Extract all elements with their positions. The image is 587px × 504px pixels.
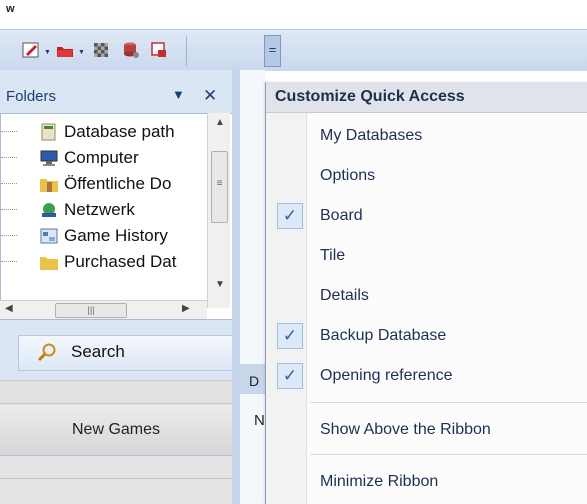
tree-item-game-history[interactable]: Game History	[1, 223, 206, 249]
tree-item-label: Computer	[64, 148, 139, 167]
nav-button[interactable]	[0, 481, 232, 504]
tree-connector	[1, 157, 17, 158]
menu-item-label: Board	[320, 207, 363, 224]
tab-partial[interactable]: D	[249, 373, 259, 389]
tree-connector	[1, 235, 17, 236]
app-title: w	[6, 3, 15, 15]
menu-item-label: Opening reference	[320, 367, 453, 384]
tree-item-label: Purchased Dat	[64, 252, 177, 271]
menu-item-label: Details	[320, 287, 369, 304]
new-games-button[interactable]: New Games	[0, 405, 232, 456]
menu-item-label: Options	[320, 167, 376, 184]
horizontal-scrollbar[interactable]: ◀ ||| ▶	[0, 300, 207, 319]
scroll-right-icon[interactable]: ▶	[182, 303, 190, 314]
menu-separator	[310, 402, 587, 403]
folder-icon	[40, 257, 58, 270]
tree-connector	[1, 131, 17, 132]
search-button[interactable]: Search	[18, 335, 234, 371]
customize-quick-access-menu: Customize Quick Access My Databases Opti…	[265, 82, 587, 504]
network-icon	[42, 203, 56, 217]
new-icon[interactable]	[22, 41, 40, 59]
scroll-left-icon[interactable]: ◀	[5, 303, 13, 314]
menu-header: Customize Quick Access	[266, 82, 587, 113]
quick-access-toolbar: ▼ ▼ =	[0, 29, 587, 71]
close-icon[interactable]: ✕	[203, 86, 217, 106]
tree-item-database-path[interactable]: Database path	[1, 119, 206, 145]
menu-item-label: Backup Database	[320, 327, 447, 344]
checkmark-icon: ✓	[277, 323, 303, 349]
menu-item-tile[interactable]: Tile	[266, 238, 587, 274]
tree-item-label: Database path	[64, 122, 175, 141]
folder-user-icon	[40, 179, 58, 192]
tree-item-network[interactable]: Netzwerk	[1, 197, 206, 223]
scroll-grip-icon: |||	[87, 305, 95, 315]
main-content-area	[240, 70, 265, 504]
menu-item-label: Tile	[320, 247, 346, 264]
menu-item-label: Minimize Ribbon	[320, 473, 439, 490]
vertical-scrollbar[interactable]: ▲ ≡ ▼	[207, 113, 230, 308]
search-label: Search	[71, 342, 125, 361]
checkmark-icon: ✓	[277, 203, 303, 229]
tree-connector	[1, 261, 17, 262]
open-dropdown-arrow-icon[interactable]: ▼	[78, 49, 85, 56]
folders-title: Folders	[6, 88, 57, 105]
panel-splitter[interactable]	[232, 70, 240, 504]
menu-separator	[310, 454, 587, 455]
tree-connector	[1, 183, 17, 184]
menu-item-label: Show Above the Ribbon	[320, 421, 491, 438]
open-icon[interactable]	[56, 41, 74, 59]
tree-item-computer[interactable]: Computer	[1, 145, 206, 171]
menu-item-minimize-ribbon[interactable]: Minimize Ribbon	[266, 464, 587, 500]
scroll-grip-icon: ≡	[216, 178, 223, 189]
menu-item-backup-database[interactable]: ✓ Backup Database	[266, 318, 587, 354]
tree-item-public-documents[interactable]: Öffentliche Do	[1, 171, 206, 197]
folders-menu-arrow-icon[interactable]: ▼	[172, 87, 185, 102]
nav-button[interactable]	[0, 458, 232, 479]
scroll-thumb[interactable]: ≡	[211, 151, 228, 223]
tree-connector	[1, 209, 17, 210]
customize-quick-access-button[interactable]: =	[264, 35, 281, 67]
menu-item-label: My Databases	[320, 127, 423, 144]
new-dropdown-arrow-icon[interactable]: ▼	[44, 49, 51, 56]
menu-item-options[interactable]: Options	[266, 158, 587, 194]
tree-item-label: Game History	[64, 226, 168, 245]
column-header-partial[interactable]: N	[254, 412, 265, 429]
menu-title: Customize Quick Access	[275, 88, 465, 105]
menu-item-show-above-ribbon[interactable]: Show Above the Ribbon	[266, 412, 587, 448]
export-icon[interactable]	[150, 41, 168, 59]
history-icon	[40, 228, 58, 244]
computer-icon	[40, 150, 58, 166]
board-icon[interactable]	[92, 41, 110, 59]
menu-item-my-databases[interactable]: My Databases	[266, 118, 587, 154]
scroll-down-icon[interactable]: ▼	[215, 279, 225, 290]
scroll-thumb[interactable]: |||	[55, 303, 127, 318]
menu-item-board[interactable]: ✓ Board	[266, 198, 587, 234]
menu-item-opening-reference[interactable]: ✓ Opening reference	[266, 358, 587, 394]
new-games-label: New Games	[71, 421, 161, 438]
tree-item-label: Öffentliche Do	[64, 174, 172, 193]
nav-button[interactable]	[0, 380, 232, 404]
toolbar-divider	[186, 36, 187, 66]
folders-header: Folders ▼ ✕	[0, 84, 232, 108]
scroll-up-icon[interactable]: ▲	[215, 117, 225, 128]
menu-item-details[interactable]: Details	[266, 278, 587, 314]
checkmark-icon: ✓	[277, 363, 303, 389]
database-icon	[41, 123, 56, 141]
database-icon[interactable]	[122, 41, 140, 59]
tree-item-label: Netzwerk	[64, 200, 135, 219]
tree-item-purchased-databases[interactable]: Purchased Dat	[1, 249, 206, 275]
search-icon	[37, 343, 56, 362]
folder-tree: Database path Computer Öffentliche Do Ne…	[0, 113, 234, 320]
